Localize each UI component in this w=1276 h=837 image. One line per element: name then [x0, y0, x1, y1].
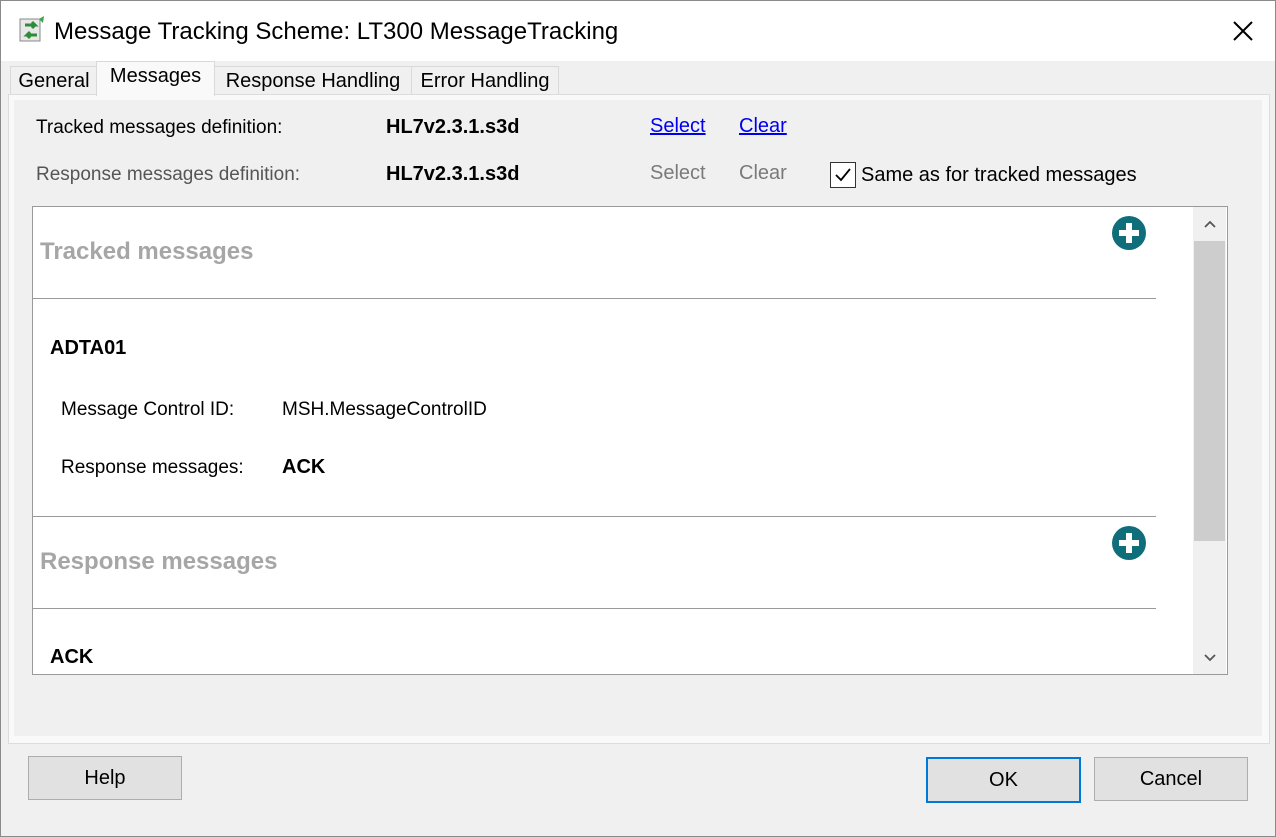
- response-definition-value: HL7v2.3.1.s3d: [386, 163, 520, 185]
- title-bar: Message Tracking Scheme: LT300 MessageTr…: [1, 1, 1275, 61]
- tracked-section-divider: [33, 298, 1156, 299]
- tracked-section-title: Tracked messages: [40, 238, 254, 265]
- cancel-button[interactable]: Cancel: [1094, 757, 1248, 801]
- vertical-scrollbar[interactable]: [1193, 207, 1226, 674]
- tracked-clear-link[interactable]: Clear: [739, 115, 787, 138]
- response-section-title: Response messages: [40, 548, 278, 575]
- tracked-select-link[interactable]: Select: [650, 115, 706, 138]
- same-as-tracked-label[interactable]: Same as for tracked messages: [861, 164, 1137, 187]
- response-definition-label: Response messages definition:: [36, 164, 301, 185]
- chevron-down-icon: [1203, 653, 1216, 661]
- scroll-down-button[interactable]: [1193, 641, 1226, 674]
- close-icon: [1233, 21, 1253, 41]
- close-button[interactable]: [1211, 1, 1275, 61]
- ok-button[interactable]: OK: [926, 757, 1081, 803]
- scroll-up-button[interactable]: [1193, 207, 1226, 240]
- checkmark-icon: [835, 168, 851, 182]
- response-messages-value: ACK: [282, 456, 326, 478]
- response-clear-link: Clear: [739, 162, 787, 184]
- add-response-message-button[interactable]: [1111, 525, 1147, 561]
- tab-general[interactable]: General: [10, 66, 98, 95]
- section-separator: [33, 516, 1156, 517]
- response-messages-label: Response messages:: [61, 457, 244, 478]
- tracked-definition-value: HL7v2.3.1.s3d: [386, 116, 520, 138]
- scroll-thumb[interactable]: [1194, 241, 1225, 541]
- dialog-window: Message Tracking Scheme: LT300 MessageTr…: [0, 0, 1276, 837]
- chevron-up-icon: [1203, 220, 1216, 228]
- same-as-tracked-checkbox[interactable]: [830, 162, 856, 188]
- control-id-label: Message Control ID:: [61, 399, 235, 420]
- add-tracked-message-button[interactable]: [1111, 215, 1147, 251]
- response-select-link: Select: [650, 162, 706, 184]
- tab-error-handling[interactable]: Error Handling: [411, 66, 559, 95]
- help-button[interactable]: Help: [28, 756, 182, 800]
- window-title: Message Tracking Scheme: LT300 MessageTr…: [54, 18, 619, 45]
- message-tracking-app-icon: [17, 15, 47, 45]
- response-message-name[interactable]: ACK: [50, 646, 93, 669]
- messages-list: Tracked messages ADTA01 Message Control …: [32, 206, 1228, 675]
- control-id-value: MSH.MessageControlID: [282, 399, 487, 420]
- tracked-message-name[interactable]: ADTA01: [50, 337, 126, 360]
- tab-response-handling[interactable]: Response Handling: [213, 66, 413, 95]
- tab-messages[interactable]: Messages: [96, 61, 215, 96]
- response-section-divider: [33, 608, 1156, 609]
- tracked-definition-label: Tracked messages definition:: [36, 117, 283, 138]
